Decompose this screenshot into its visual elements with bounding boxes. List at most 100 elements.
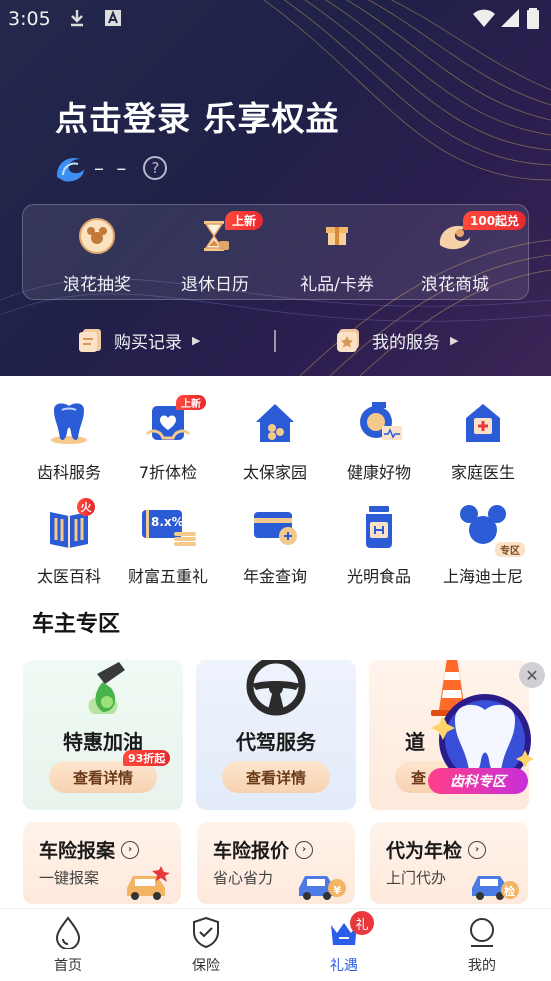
hero-banner: 3:05 点击登录 乐享权益 – – ? 浪花抽奖 退休日历 上新 礼品/卡券 … bbox=[0, 0, 551, 376]
wifi-icon bbox=[473, 9, 495, 27]
person-icon bbox=[470, 918, 494, 947]
card-title: 代为年检 bbox=[386, 840, 463, 862]
download-icon bbox=[71, 10, 83, 27]
my-services-label: 我的服务 bbox=[372, 332, 440, 353]
service-cpic-home[interactable]: 太保家园 bbox=[223, 398, 327, 483]
service-label: 光明食品 bbox=[346, 567, 411, 586]
fuel-discount-card[interactable]: 特惠加油 查看详情 93折起 bbox=[23, 660, 183, 810]
service-medical-encyclopedia[interactable]: 太医百科 火 bbox=[17, 498, 121, 587]
exchange-badge: 100起兑 bbox=[463, 211, 527, 230]
user-info-row[interactable]: – – ? bbox=[54, 153, 168, 183]
service-label: 上海迪士尼 bbox=[442, 567, 523, 586]
dental-zone-promo-label[interactable]: 齿科专区 bbox=[428, 768, 528, 794]
food-jar-icon bbox=[366, 506, 392, 548]
login-prompt-title[interactable]: 点击登录 乐享权益 bbox=[55, 92, 340, 140]
service-wealth-gifts[interactable]: 8.x% 财富五重礼 bbox=[116, 502, 220, 587]
service-label: 太保家园 bbox=[242, 463, 307, 482]
wealth-rate-text: 8.x% bbox=[151, 515, 184, 529]
signal-icon bbox=[501, 9, 519, 27]
service-label: 健康好物 bbox=[346, 463, 411, 482]
service-health-check[interactable]: 7折体检 上新 bbox=[116, 395, 220, 483]
status-time: 3:05 bbox=[8, 8, 51, 30]
quick-action-label: 退休日历 bbox=[181, 275, 249, 295]
my-service-icon bbox=[337, 329, 359, 352]
tooth-icon bbox=[51, 403, 87, 444]
service-label: 年金查询 bbox=[242, 567, 307, 586]
service-label: 太医百科 bbox=[36, 567, 101, 586]
claim-report-card[interactable]: 车险报案 › 一键报案 bbox=[23, 822, 181, 904]
yuan-sign: ¥ bbox=[333, 884, 341, 897]
chevron-right-icon: ▶ bbox=[450, 333, 459, 347]
service-bright-food[interactable]: 光明食品 bbox=[327, 502, 431, 587]
card-subtitle: 上门代办 bbox=[386, 869, 447, 887]
home-icon bbox=[256, 404, 294, 442]
insurance-quote-card[interactable]: 车险报价 › 省心省力 ¥ bbox=[197, 822, 355, 904]
quick-actions-card: 浪花抽奖 退休日历 上新 礼品/卡券 浪花商城 100起兑 bbox=[22, 204, 529, 300]
battery-icon bbox=[527, 8, 539, 29]
annuity-card-icon bbox=[254, 512, 297, 545]
purchase-records-link[interactable]: 购买记录 ▶ bbox=[76, 326, 200, 354]
quick-action-lottery[interactable]: 浪花抽奖 bbox=[37, 215, 157, 295]
user-name-placeholder: – – bbox=[94, 156, 130, 180]
chevron-right-icon: ▶ bbox=[192, 333, 201, 347]
card-title: 车险报案 bbox=[39, 840, 116, 862]
service-label: 齿科服务 bbox=[36, 463, 101, 482]
tab-insurance[interactable]: 保险 bbox=[166, 915, 246, 975]
service-label: 7折体检 bbox=[138, 463, 198, 482]
tab-home[interactable]: 首页 bbox=[28, 915, 108, 975]
tab-label: 首页 bbox=[54, 958, 82, 974]
order-record-icon bbox=[79, 329, 101, 352]
close-icon[interactable]: ✕ bbox=[519, 662, 545, 688]
quick-action-label: 浪花商城 bbox=[421, 275, 489, 295]
quick-action-label: 礼品/卡券 bbox=[300, 275, 374, 295]
mickey-coin-icon bbox=[79, 218, 115, 254]
shield-check-icon bbox=[193, 916, 219, 949]
car-owner-section-title: 车主专区 bbox=[32, 612, 121, 637]
card-subtitle: 一键报案 bbox=[39, 869, 100, 887]
service-family-doctor[interactable]: 家庭医生 bbox=[431, 398, 535, 483]
service-label: 家庭医生 bbox=[450, 463, 515, 482]
steering-wheel-icon bbox=[246, 660, 306, 716]
service-label: 财富五重礼 bbox=[127, 567, 208, 586]
tab-me[interactable]: 我的 bbox=[442, 915, 522, 975]
circle-arrow-icon: › bbox=[121, 840, 140, 859]
divider bbox=[274, 330, 276, 352]
water-drop-icon bbox=[55, 916, 81, 950]
quick-action-gifts[interactable]: 礼品/卡券 bbox=[277, 215, 397, 295]
designated-driver-card[interactable]: 代驾服务 查看详情 bbox=[196, 660, 356, 810]
services-grid: 齿科服务 7折体检 上新 太保家园 健康好物 家庭医生 太医百科 火 8.x% … bbox=[0, 376, 551, 586]
tab-perks[interactable]: 礼 礼遇 bbox=[304, 911, 384, 975]
service-annuity-query[interactable]: 年金查询 bbox=[223, 502, 327, 587]
car-accident-icon bbox=[127, 866, 170, 900]
view-details-button[interactable]: 查看详情 bbox=[222, 761, 330, 793]
bottom-navigation: 首页 保险 礼 礼遇 我的 bbox=[0, 908, 551, 981]
tab-label: 礼遇 bbox=[330, 958, 358, 974]
purchase-records-label: 购买记录 bbox=[114, 332, 182, 353]
hot-badge: 火 bbox=[77, 498, 95, 516]
card-subtitle: 省心省力 bbox=[213, 869, 274, 887]
circle-arrow-icon: › bbox=[295, 840, 314, 859]
discount-badge: 93折起 bbox=[123, 750, 171, 766]
tab-label: 保险 bbox=[192, 958, 220, 974]
inspection-mark: 检 bbox=[504, 885, 515, 898]
annual-inspection-card[interactable]: 代为年检 › 上门代办 检 bbox=[370, 822, 528, 904]
new-badge: 上新 bbox=[176, 395, 206, 410]
wave-avatar-icon bbox=[56, 157, 84, 182]
circle-arrow-icon: › bbox=[468, 840, 487, 859]
new-badge: 上新 bbox=[225, 211, 264, 230]
tab-label: 我的 bbox=[468, 958, 496, 974]
help-icon[interactable]: ? bbox=[143, 156, 168, 180]
zone-badge: 专区 bbox=[495, 542, 525, 557]
status-bar: 3:05 bbox=[0, 0, 551, 38]
quick-action-label: 浪花抽奖 bbox=[63, 275, 131, 295]
hero-links-row: 购买记录 ▶ 我的服务 ▶ bbox=[0, 320, 551, 360]
service-dental[interactable]: 齿科服务 bbox=[17, 398, 121, 483]
family-doctor-icon bbox=[466, 404, 500, 442]
perks-badge: 礼 bbox=[350, 911, 374, 935]
health-goods-icon bbox=[360, 402, 402, 440]
fuel-pump-icon bbox=[88, 662, 125, 714]
gift-box-icon bbox=[326, 227, 348, 245]
my-services-link[interactable]: 我的服务 ▶ bbox=[334, 326, 458, 354]
service-health-goods[interactable]: 健康好物 bbox=[327, 398, 431, 483]
service-shanghai-disney[interactable]: 专区 上海迪士尼 bbox=[431, 502, 535, 587]
